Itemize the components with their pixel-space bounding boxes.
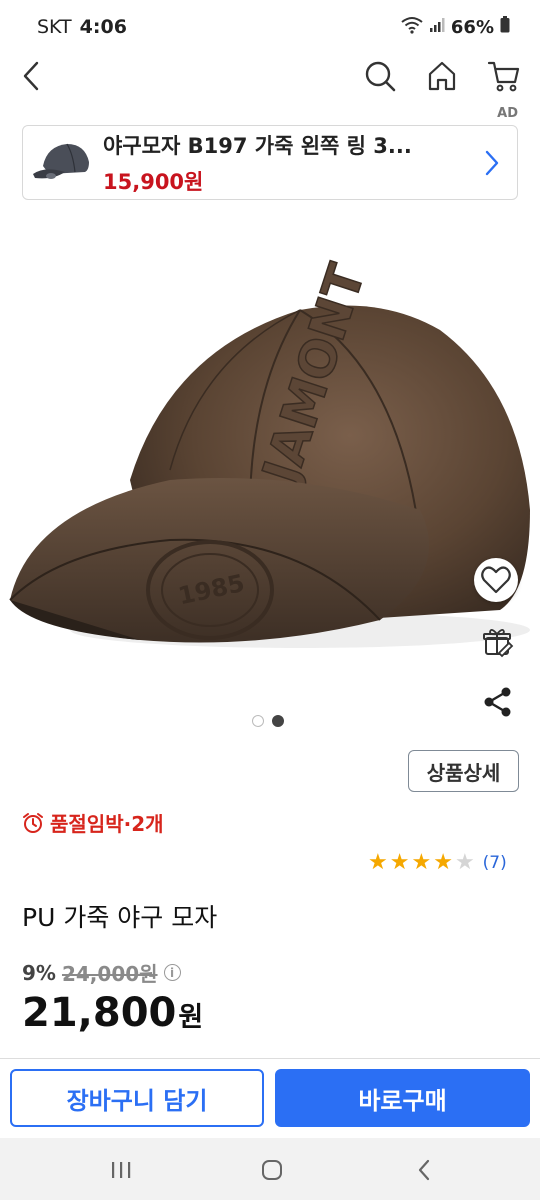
share-button[interactable] bbox=[476, 680, 520, 724]
back-icon bbox=[23, 61, 39, 91]
status-bar: SKT 4:06 66% bbox=[0, 0, 540, 54]
stock-notice: 품절임박·2개 bbox=[22, 808, 164, 837]
discount-row: 9% 24,000원 i bbox=[22, 958, 181, 987]
back-arrow-icon bbox=[418, 1159, 430, 1181]
bottom-action-bar: 장바구니 담기 바로구매 bbox=[0, 1058, 540, 1138]
search-button[interactable] bbox=[358, 54, 402, 98]
status-right: 66% bbox=[401, 16, 510, 39]
heart-icon bbox=[481, 566, 511, 594]
cart-button[interactable] bbox=[482, 54, 526, 98]
gift-button[interactable] bbox=[476, 620, 520, 664]
stock-notice-text: 품절임박·2개 bbox=[50, 812, 164, 836]
original-price: 24,000원 bbox=[61, 962, 158, 986]
system-nav-bar bbox=[0, 1138, 540, 1200]
ad-text: 야구모자 B197 가죽 왼쪽 링 3... 15,900원 bbox=[103, 130, 477, 196]
clock: 4:06 bbox=[79, 16, 127, 38]
star-icon: ★ bbox=[389, 850, 410, 875]
back-system-button[interactable] bbox=[404, 1150, 444, 1190]
sale-price: 21,800 원 bbox=[22, 990, 203, 1036]
buy-now-button[interactable]: 바로구매 bbox=[275, 1069, 530, 1127]
carrier: SKT bbox=[37, 16, 72, 38]
info-icon[interactable]: i bbox=[163, 964, 181, 981]
search-icon bbox=[365, 61, 396, 92]
recent-apps-button[interactable] bbox=[101, 1150, 141, 1190]
sale-price-unit: 원 bbox=[178, 1002, 204, 1033]
add-to-cart-button[interactable]: 장바구니 담기 bbox=[10, 1069, 264, 1127]
discount-rate: 9% bbox=[22, 960, 56, 985]
status-left: SKT 4:06 bbox=[37, 16, 127, 38]
sale-price-amount: 21,800 bbox=[22, 990, 177, 1036]
battery-level: 66% bbox=[450, 16, 494, 38]
share-icon bbox=[484, 687, 511, 717]
home-icon bbox=[428, 61, 456, 91]
cart-icon bbox=[487, 61, 520, 92]
back-button[interactable] bbox=[10, 54, 54, 98]
home-system-button[interactable] bbox=[252, 1150, 292, 1190]
rating[interactable]: ★ ★ ★ ★ ★ (7) bbox=[368, 852, 507, 874]
signal-icon bbox=[429, 17, 445, 38]
ad-thumbnail bbox=[29, 132, 97, 194]
star-icon: ★ bbox=[368, 850, 388, 875]
wifi-icon bbox=[401, 16, 423, 39]
star-icon: ★ bbox=[433, 850, 453, 875]
star-empty-icon: ★ bbox=[454, 850, 475, 875]
wishlist-button[interactable] bbox=[474, 558, 518, 602]
home-circle-icon bbox=[262, 1160, 282, 1180]
battery-icon bbox=[500, 16, 510, 38]
gift-icon bbox=[483, 629, 514, 658]
pagination-dot-active[interactable] bbox=[272, 715, 284, 727]
product-name: PU 가죽 야구 모자 bbox=[22, 903, 218, 932]
home-button[interactable] bbox=[420, 54, 464, 98]
pagination-dot[interactable] bbox=[252, 715, 264, 727]
ad-banner[interactable]: 야구모자 B197 가죽 왼쪽 링 3... 15,900원 bbox=[22, 125, 518, 200]
ad-title: 야구모자 B197 가죽 왼쪽 링 3... bbox=[103, 133, 412, 158]
product-image[interactable]: JAMONT 1985 bbox=[0, 210, 540, 705]
alarm-clock-icon bbox=[23, 812, 43, 833]
ad-price: 15,900원 bbox=[103, 169, 204, 194]
product-detail-button[interactable]: 상품상세 bbox=[408, 750, 519, 792]
top-nav bbox=[0, 54, 540, 98]
recent-apps-icon bbox=[112, 1162, 131, 1178]
star-icon: ★ bbox=[411, 850, 432, 875]
ad-label: AD bbox=[497, 106, 518, 121]
chevron-right-icon bbox=[477, 143, 507, 183]
image-pagination bbox=[252, 715, 284, 727]
review-count[interactable]: (7) bbox=[483, 853, 507, 873]
